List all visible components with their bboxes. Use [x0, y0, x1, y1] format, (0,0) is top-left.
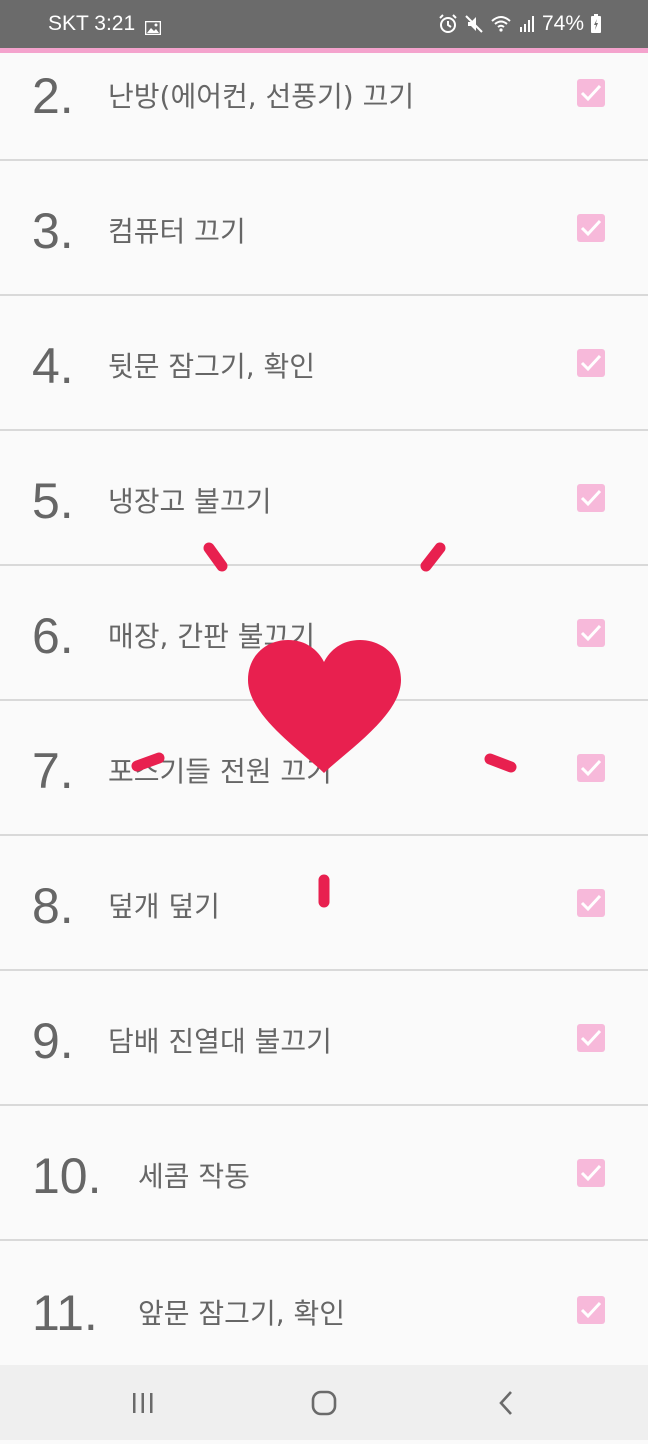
checkbox[interactable] — [577, 1296, 605, 1324]
item-label: 매장, 간판 불끄기 — [108, 620, 316, 653]
item-label: 컴퓨터 끄기 — [108, 215, 246, 248]
item-number: 10. — [32, 1148, 102, 1204]
checkbox[interactable] — [577, 619, 605, 647]
checkbox[interactable] — [577, 1159, 605, 1187]
checkbox[interactable] — [577, 349, 605, 377]
alarm-icon — [438, 14, 458, 34]
item-number: 2. — [32, 68, 74, 124]
image-icon — [144, 17, 162, 36]
item-number: 6. — [32, 608, 74, 664]
list-item[interactable]: 5. 냉장고 불끄기 — [0, 431, 648, 566]
list-item[interactable]: 9. 담배 진열대 불끄기 — [0, 971, 648, 1106]
signal-icon — [518, 15, 536, 33]
status-right: 74% — [438, 12, 602, 36]
checkbox[interactable] — [577, 1024, 605, 1052]
list-item[interactable]: 8. 덮개 덮기 — [0, 836, 648, 971]
checkbox[interactable] — [577, 484, 605, 512]
wifi-icon — [490, 14, 512, 34]
item-number: 8. — [32, 878, 74, 934]
checkbox[interactable] — [577, 889, 605, 917]
list-item[interactable]: 2. 난방(에어컨, 선풍기) 끄기 — [0, 53, 648, 161]
home-button[interactable] — [304, 1383, 344, 1423]
status-left: SKT 3:21 — [48, 12, 162, 36]
checklist: 2. 난방(에어컨, 선풍기) 끄기 3. 컴퓨터 끄기 4. 뒷문 잠그기, … — [0, 53, 648, 1376]
list-item[interactable]: 10. 세콤 작동 — [0, 1106, 648, 1241]
carrier-time: SKT 3:21 — [48, 12, 136, 35]
item-label: 담배 진열대 불끄기 — [108, 1025, 332, 1058]
checkbox[interactable] — [577, 754, 605, 782]
checkbox[interactable] — [577, 79, 605, 107]
item-number: 7. — [32, 743, 74, 799]
item-number: 5. — [32, 473, 74, 529]
home-icon — [311, 1390, 337, 1416]
item-number: 9. — [32, 1013, 74, 1069]
item-number: 11. — [32, 1285, 98, 1341]
recent-apps-button[interactable] — [123, 1383, 163, 1423]
item-label: 냉장고 불끄기 — [108, 485, 272, 518]
item-label: 뒷문 잠그기, 확인 — [108, 350, 316, 383]
back-icon — [499, 1391, 512, 1415]
item-number: 3. — [32, 203, 74, 259]
battery-charging-icon — [590, 14, 602, 34]
item-label: 난방(에어컨, 선풍기) 끄기 — [108, 80, 415, 113]
list-item[interactable]: 11. 앞문 잠그기, 확인 — [0, 1241, 648, 1376]
navigation-bar — [0, 1365, 648, 1440]
item-label: 덮개 덮기 — [108, 890, 220, 923]
item-label: 세콤 작동 — [138, 1160, 250, 1193]
status-bar: SKT 3:21 74% — [0, 0, 648, 48]
list-item[interactable]: 4. 뒷문 잠그기, 확인 — [0, 296, 648, 431]
list-item[interactable]: 7. 포스기들 전원 끄기 — [0, 701, 648, 836]
back-button[interactable] — [486, 1383, 526, 1423]
recent-apps-icon — [133, 1393, 153, 1413]
item-label: 포스기들 전원 끄기 — [108, 755, 332, 788]
item-label: 앞문 잠그기, 확인 — [138, 1297, 346, 1330]
checkbox[interactable] — [577, 214, 605, 242]
mute-icon — [464, 14, 484, 34]
list-item[interactable]: 3. 컴퓨터 끄기 — [0, 161, 648, 296]
item-number: 4. — [32, 338, 74, 394]
battery-percent: 74% — [541, 12, 584, 35]
list-item[interactable]: 6. 매장, 간판 불끄기 — [0, 566, 648, 701]
